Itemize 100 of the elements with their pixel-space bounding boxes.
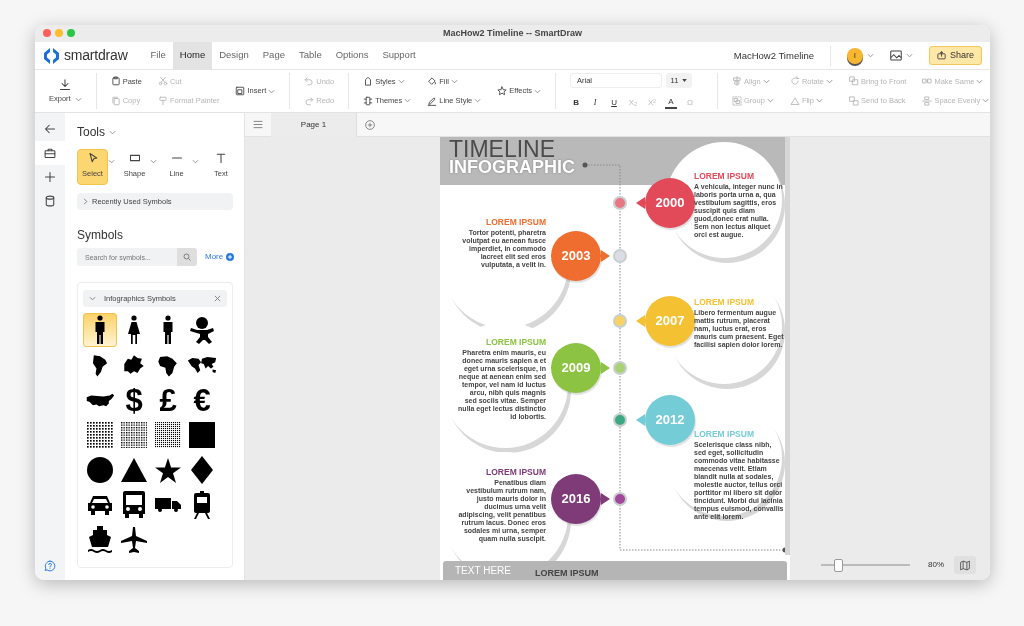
zoom-reading: 80%	[928, 559, 944, 571]
menu-tab[interactable]: Table	[291, 41, 329, 70]
page-tab[interactable]: Page 1	[271, 112, 357, 137]
year-bubble: 2009	[551, 343, 601, 393]
send-back-icon	[849, 95, 859, 106]
triangle-icon	[121, 458, 147, 483]
menu-tab[interactable]: Design	[212, 41, 256, 70]
caret-icon	[109, 129, 116, 135]
panel-heading: Tools	[77, 124, 105, 141]
caret-icon	[905, 53, 913, 58]
menu-tab[interactable]: Options	[328, 41, 376, 70]
chevron-down-icon	[89, 296, 96, 302]
format-button[interactable]: U	[608, 97, 620, 109]
symbol-tile[interactable]: $	[117, 383, 151, 418]
footer-title: LOREM IPSUM	[535, 567, 599, 580]
pointer-icon	[86, 152, 99, 164]
star-icon	[155, 457, 181, 483]
map-icon	[960, 559, 970, 571]
menu-tab[interactable]: File	[143, 41, 173, 70]
currency-symbol: $	[125, 384, 143, 416]
more-link[interactable]: More	[205, 251, 235, 264]
train-icon	[192, 491, 212, 520]
image-icon	[889, 50, 902, 61]
insert-icon	[235, 86, 246, 96]
symbol-tile[interactable]: €	[185, 383, 219, 418]
dot-pattern-icon	[121, 422, 147, 449]
format-button[interactable]: I	[589, 97, 601, 109]
caret-icon	[766, 98, 774, 104]
dot-pattern-icon	[155, 422, 181, 449]
man-icon	[93, 315, 107, 346]
map-button[interactable]	[954, 556, 976, 574]
entry-title: LOREM IPSUM	[694, 172, 755, 181]
currency-symbol: £	[159, 384, 177, 416]
diamond-icon	[191, 456, 213, 485]
close-icon	[214, 295, 221, 303]
share-button[interactable]: Share	[928, 45, 982, 66]
caret-icon	[826, 78, 833, 84]
caret-icon	[397, 78, 405, 84]
make-same-icon	[922, 76, 933, 87]
group-icon	[732, 95, 742, 106]
caret-icon	[150, 159, 157, 165]
chevron-right-icon	[83, 198, 88, 206]
man-icon	[161, 315, 175, 346]
year-bubble: 2003	[551, 231, 601, 281]
woman-icon	[126, 315, 142, 346]
flip-icon	[789, 95, 800, 106]
sidebar-button[interactable]	[35, 141, 65, 165]
scrollbar[interactable]	[785, 137, 790, 555]
footer-label: TEXT HERE	[455, 565, 511, 576]
caret-icon	[74, 96, 82, 102]
document-name: MacHow2 Timeline	[733, 45, 831, 66]
caret-icon	[815, 98, 823, 104]
menu-tab[interactable]: Home	[172, 41, 213, 70]
ship-icon	[88, 526, 112, 555]
caret-icon	[474, 98, 482, 104]
fill-icon	[427, 76, 438, 87]
circle-icon	[87, 457, 113, 484]
symbol-tile[interactable]: £	[151, 383, 185, 418]
plus-icon	[44, 171, 56, 183]
styles-icon	[363, 76, 374, 87]
plus-circle-icon	[365, 119, 375, 130]
year-bubble: 2007	[645, 296, 695, 346]
align-icon	[732, 76, 742, 87]
truck-icon	[155, 498, 181, 513]
format-button[interactable]: B	[570, 97, 582, 109]
download-icon	[59, 79, 72, 92]
undo-icon	[304, 76, 315, 87]
caret-icon	[450, 78, 458, 84]
car-icon	[87, 494, 113, 517]
copy-icon	[110, 95, 121, 106]
entry-title: LOREM IPSUM	[694, 298, 755, 307]
star-icon	[497, 86, 508, 96]
format-button[interactable]: A	[665, 97, 677, 109]
database-icon	[44, 195, 56, 207]
share-icon	[936, 51, 946, 60]
toolbox-icon	[44, 147, 56, 159]
baby-icon	[189, 316, 215, 345]
text-icon	[215, 152, 227, 164]
list-icon	[253, 120, 263, 129]
year-bubble: 2016	[551, 474, 601, 524]
currency-symbol: €	[193, 384, 211, 416]
symbol-tile[interactable]	[83, 313, 117, 348]
menu-tab[interactable]: Support	[375, 41, 423, 70]
user-avatar[interactable]: I	[846, 47, 863, 64]
rotate-icon	[789, 76, 800, 87]
slider-thumb[interactable]	[833, 558, 843, 572]
search-icon	[183, 253, 191, 262]
caret-icon	[982, 98, 990, 104]
space-evenly-icon	[922, 95, 933, 106]
menu-tab[interactable]: Page	[255, 41, 292, 70]
bring-front-icon	[849, 76, 859, 87]
search-button[interactable]	[177, 248, 197, 267]
add-page-button[interactable]	[365, 119, 375, 130]
window-title: MacHow2 Timeline -- SmartDraw	[443, 26, 582, 40]
caret-icon	[192, 159, 199, 165]
plus-circle-icon	[226, 253, 235, 262]
infographic-subtitle: INFOGRAPHIC	[449, 158, 575, 178]
caret-icon	[762, 78, 770, 84]
close-window-button[interactable]	[43, 29, 51, 37]
back-arrow-icon	[44, 123, 56, 135]
